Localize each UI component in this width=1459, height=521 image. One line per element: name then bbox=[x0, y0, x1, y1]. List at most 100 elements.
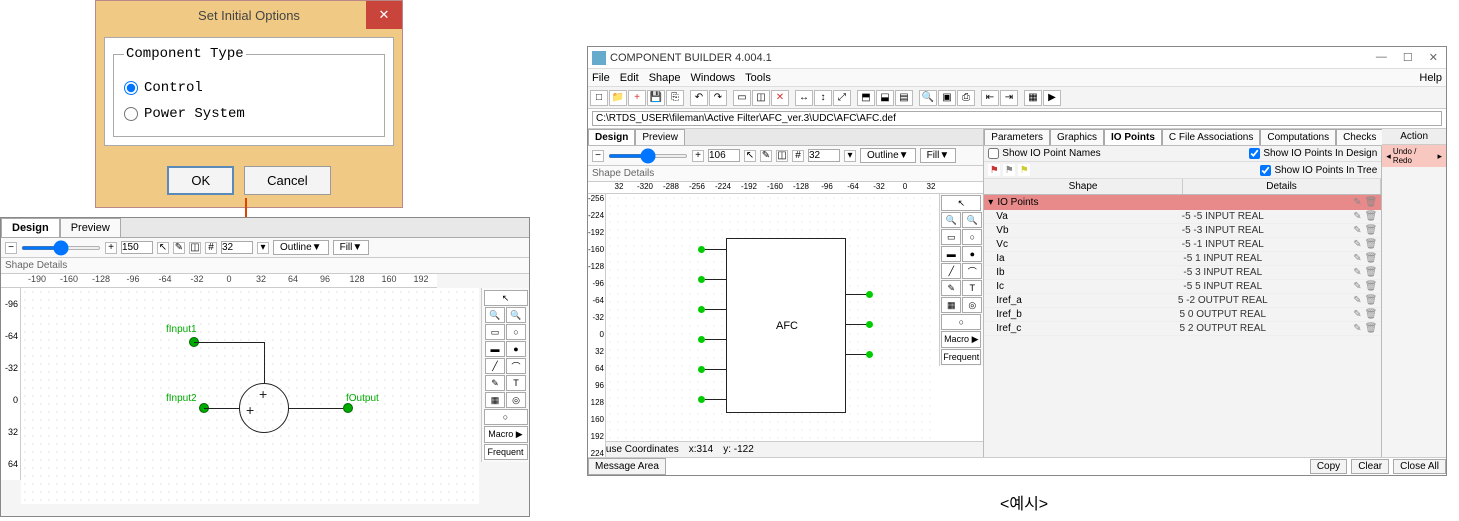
pencil-icon[interactable]: ✎ bbox=[1353, 281, 1361, 292]
snap-input[interactable] bbox=[808, 149, 840, 162]
tab-parameters[interactable]: Parameters bbox=[984, 129, 1050, 145]
trash-icon[interactable]: 🗑 bbox=[1365, 309, 1378, 320]
circle-tool-icon[interactable]: ○ bbox=[941, 314, 981, 330]
port-in[interactable] bbox=[698, 246, 705, 253]
other-icon[interactable]: ◎ bbox=[962, 297, 982, 313]
io-row[interactable]: Va-5 -5 INPUT REAL✎🗑 bbox=[984, 210, 1381, 224]
pencil-icon[interactable]: ✎ bbox=[941, 280, 961, 296]
zoom-out-icon[interactable]: − bbox=[5, 242, 17, 254]
zoom-in-icon[interactable]: 🔍 bbox=[485, 307, 505, 323]
zoom-out-icon[interactable]: − bbox=[592, 150, 604, 162]
tool-pencil-icon[interactable]: ✎ bbox=[760, 150, 772, 162]
port-out[interactable] bbox=[866, 321, 873, 328]
arc-icon[interactable]: ⌒ bbox=[506, 358, 526, 374]
trash-icon[interactable]: 🗑 bbox=[1365, 197, 1378, 208]
pencil-icon[interactable]: ✎ bbox=[1353, 295, 1361, 306]
radio-control-input[interactable] bbox=[124, 81, 138, 95]
flag-gray-icon[interactable]: ⚑ bbox=[1003, 164, 1015, 176]
menu-shape[interactable]: Shape bbox=[649, 72, 681, 84]
flag-red-icon[interactable]: ⚑ bbox=[988, 164, 1000, 176]
pencil-icon[interactable]: ✎ bbox=[1353, 267, 1361, 278]
undo-redo-row[interactable]: ◂ Undo / Redo ▸ bbox=[1382, 145, 1446, 167]
pencil-icon[interactable]: ✎ bbox=[1353, 253, 1361, 264]
tool-crop-icon[interactable]: ◫ bbox=[776, 150, 788, 162]
tool-arrow-icon[interactable]: ↖ bbox=[157, 242, 169, 254]
zoom-input[interactable] bbox=[708, 149, 740, 162]
zoom-slider[interactable] bbox=[608, 154, 688, 158]
tool-crop-icon[interactable]: ◫ bbox=[189, 242, 201, 254]
tool-ungroup-icon[interactable]: ⬓ bbox=[876, 90, 894, 106]
left-canvas[interactable]: fInput1 fInput2 + + fOutput bbox=[21, 288, 479, 504]
port-in[interactable] bbox=[698, 336, 705, 343]
tool-import-icon[interactable]: ⇤ bbox=[981, 90, 999, 106]
zoom-out-icon[interactable]: 🔍 bbox=[962, 212, 982, 228]
macro-button[interactable]: Macro ▶ bbox=[941, 331, 981, 348]
io-row[interactable]: Ia-5 1 INPUT REAL✎🗑 bbox=[984, 252, 1381, 266]
io-row[interactable]: Vc-5 -1 INPUT REAL✎🗑 bbox=[984, 238, 1381, 252]
pencil-icon[interactable]: ✎ bbox=[1353, 197, 1361, 208]
tool-zoom-icon[interactable]: 🔍 bbox=[919, 90, 937, 106]
port-in[interactable] bbox=[698, 306, 705, 313]
frequent-button[interactable]: Frequent bbox=[941, 349, 981, 365]
text-icon[interactable]: T bbox=[506, 375, 526, 391]
message-tab[interactable]: Message Area bbox=[588, 458, 666, 475]
zoom-in-icon[interactable]: + bbox=[105, 242, 117, 254]
io-row[interactable]: Iref_a5 -2 OUTPUT REAL✎🗑 bbox=[984, 294, 1381, 308]
trash-icon[interactable]: 🗑 bbox=[1365, 281, 1378, 292]
snap-spinner-icon[interactable]: ▾ bbox=[257, 242, 269, 254]
tab-io-points[interactable]: IO Points bbox=[1104, 129, 1162, 145]
zoom-in-icon[interactable]: 🔍 bbox=[941, 212, 961, 228]
snap-input[interactable] bbox=[221, 241, 253, 254]
tool-layout-icon[interactable]: ◫ bbox=[752, 90, 770, 106]
port-out[interactable] bbox=[866, 351, 873, 358]
tool-rotate-icon[interactable]: ⤢ bbox=[833, 90, 851, 106]
outline-dropdown[interactable]: Outline▼ bbox=[273, 240, 329, 255]
trash-icon[interactable]: 🗑 bbox=[1365, 239, 1378, 250]
ok-button[interactable]: OK bbox=[167, 166, 234, 195]
tool-zoomfit-icon[interactable]: ▣ bbox=[938, 90, 956, 106]
checkbox-show-io-design[interactable] bbox=[1249, 148, 1260, 159]
cancel-button[interactable]: Cancel bbox=[244, 166, 330, 195]
tool-open-icon[interactable]: 📁 bbox=[609, 90, 627, 106]
grid-icon[interactable]: ▦ bbox=[941, 297, 961, 313]
tool-group-icon[interactable]: ⬒ bbox=[857, 90, 875, 106]
tool-vflip-icon[interactable]: ↕ bbox=[814, 90, 832, 106]
tool-saveall-icon[interactable]: ⎘ bbox=[666, 90, 684, 106]
macro-button[interactable]: Macro ▶ bbox=[484, 426, 528, 443]
outline-dropdown[interactable]: Outline▼ bbox=[860, 148, 916, 163]
menu-tools[interactable]: Tools bbox=[745, 72, 771, 84]
close-all-button[interactable]: Close All bbox=[1393, 459, 1446, 474]
tool-compile-icon[interactable]: ▦ bbox=[1024, 90, 1042, 106]
pencil-icon[interactable]: ✎ bbox=[1353, 323, 1361, 334]
tab-c-file[interactable]: C File Associations bbox=[1162, 129, 1260, 145]
menu-help[interactable]: Help bbox=[1419, 72, 1442, 84]
io-row[interactable]: Ib-5 3 INPUT REAL✎🗑 bbox=[984, 266, 1381, 280]
menu-windows[interactable]: Windows bbox=[691, 72, 736, 84]
filled-rect-icon[interactable]: ▬ bbox=[485, 341, 505, 357]
menu-file[interactable]: File bbox=[592, 72, 610, 84]
cursor-icon[interactable]: ↖ bbox=[941, 195, 981, 211]
zoom-input[interactable] bbox=[121, 241, 153, 254]
fill-dropdown[interactable]: Fill▼ bbox=[920, 148, 957, 163]
port-in[interactable] bbox=[698, 396, 705, 403]
pencil-icon[interactable]: ✎ bbox=[1353, 225, 1361, 236]
tool-grid-icon[interactable]: # bbox=[792, 150, 804, 162]
arc-icon[interactable]: ⌒ bbox=[962, 263, 982, 279]
tab-preview[interactable]: Preview bbox=[635, 129, 685, 145]
filled-circle-icon[interactable]: ● bbox=[506, 341, 526, 357]
radio-control[interactable]: Control bbox=[124, 80, 374, 96]
trash-icon[interactable]: 🗑 bbox=[1365, 211, 1378, 222]
tool-new-icon[interactable]: □ bbox=[590, 90, 608, 106]
maximize-button[interactable]: ☐ bbox=[1399, 51, 1417, 64]
close-button[interactable]: ✕ bbox=[366, 1, 402, 29]
clear-button[interactable]: Clear bbox=[1351, 459, 1389, 474]
zoom-in-icon[interactable]: + bbox=[692, 150, 704, 162]
menu-edit[interactable]: Edit bbox=[620, 72, 639, 84]
grid-icon[interactable]: ▦ bbox=[485, 392, 505, 408]
tab-computations[interactable]: Computations bbox=[1260, 129, 1336, 145]
tool-delete-icon[interactable]: ✕ bbox=[771, 90, 789, 106]
text-icon[interactable]: T bbox=[962, 280, 982, 296]
port-out[interactable] bbox=[866, 291, 873, 298]
line-icon[interactable]: ╱ bbox=[941, 263, 961, 279]
tool-save-icon[interactable]: 💾 bbox=[647, 90, 665, 106]
